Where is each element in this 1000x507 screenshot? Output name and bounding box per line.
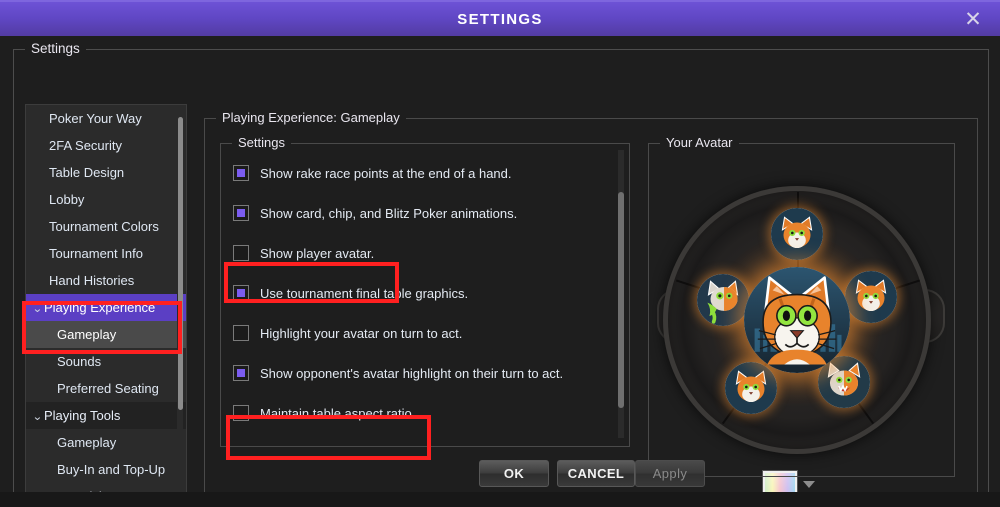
sidebar-item-playing-experience[interactable]: ⌄Playing Experience: [26, 294, 186, 321]
option-row-show-rake-race-points-at-the-end-of-a-ha[interactable]: Show rake race points at the end of a ha…: [233, 160, 512, 186]
sidebar-item-label: Buy-In and Top-Up: [57, 462, 166, 477]
cancel-button[interactable]: CANCEL: [557, 460, 635, 487]
sidebar-item-poker-your-way[interactable]: Poker Your Way: [26, 105, 186, 132]
window-title: SETTINGS: [457, 11, 543, 28]
bottom-edge: [0, 492, 1000, 507]
checkbox-unchecked-icon[interactable]: [233, 325, 249, 341]
option-label: Use tournament final table graphics.: [260, 285, 469, 301]
dialog-button-row: OK CANCEL Apply: [205, 460, 977, 494]
avatar-wheel-container: ‹ ›: [649, 144, 952, 474]
sidebar-scrollbar-thumb[interactable]: [178, 117, 183, 410]
sidebar-item-lobby[interactable]: Lobby: [26, 186, 186, 213]
nav-list: Poker Your Way 2FA Security Table Design Lo…: [26, 105, 186, 507]
options-scrollbar-thumb[interactable]: [618, 192, 624, 408]
checkbox-unchecked-icon[interactable]: [233, 405, 249, 421]
avatar-option-cat-right[interactable]: [845, 271, 897, 323]
sidebar-item-playing-tools[interactable]: ⌄Playing Tools: [26, 402, 186, 429]
sidebar-item-label: Poker Your Way: [49, 111, 142, 126]
sidebar-item-tournament-info[interactable]: Tournament Info: [26, 240, 186, 267]
cat-icon: [744, 267, 850, 373]
option-label: Show rake race points at the end of a ha…: [260, 165, 512, 181]
cat-icon: [845, 271, 897, 323]
option-label: Show opponent's avatar highlight on thei…: [260, 365, 564, 381]
checkbox-checked-icon[interactable]: [233, 205, 249, 221]
your-avatar-groupbox: Your Avatar ‹ ›: [648, 135, 955, 477]
option-label: Show card, chip, and Blitz Poker animati…: [260, 205, 518, 221]
sidebar-item-label: 2FA Security: [49, 138, 122, 153]
sidebar-item-gameplay[interactable]: Gameplay: [26, 429, 186, 456]
option-row-highlight-your-avatar-on-turn-to-act[interactable]: Highlight your avatar on turn to act.: [233, 320, 462, 346]
dialog-body: Settings Poker Your Way 2FA Security Table…: [0, 36, 1000, 507]
sidebar-item-hand-histories[interactable]: Hand Histories: [26, 267, 186, 294]
ok-button[interactable]: OK: [479, 460, 549, 487]
avatar-wheel[interactable]: [663, 186, 931, 454]
sidebar-item-label: Table Design: [49, 165, 125, 180]
playing-experience-panel: Playing Experience: Gameplay Settings Sh…: [204, 110, 978, 507]
sidebar-item-label: Playing Experience: [44, 300, 156, 315]
sidebar-item-tournament-colors[interactable]: Tournament Colors: [26, 213, 186, 240]
checkbox-checked-icon[interactable]: [233, 285, 249, 301]
option-label: Highlight your avatar on turn to act.: [260, 325, 463, 341]
option-label: Maintain table aspect ratio.: [260, 405, 416, 421]
cat-icon: [771, 208, 823, 260]
checkbox-checked-icon[interactable]: [233, 165, 249, 181]
option-row-use-tournament-final-table-graphics[interactable]: Use tournament final table graphics.: [233, 280, 468, 306]
sidebar-item-gameplay[interactable]: Gameplay: [26, 321, 186, 348]
settings-dialog: SETTINGS ✕ Settings Poker Your Way 2FA Se…: [0, 0, 1000, 507]
avatar-option-cat-left-zombie[interactable]: [697, 274, 749, 326]
option-row-maintain-table-aspect-ratio[interactable]: Maintain table aspect ratio.: [233, 400, 415, 426]
sidebar-item-label: Lobby: [49, 192, 85, 207]
checkbox-checked-icon[interactable]: [233, 365, 249, 381]
sidebar-item-label: Preferred Seating: [57, 381, 159, 396]
sidebar-item-label: Gameplay: [57, 435, 117, 450]
sidebar-item-2fa-security[interactable]: 2FA Security: [26, 132, 186, 159]
sidebar-item-sounds[interactable]: Sounds: [26, 348, 186, 375]
sidebar-item-label: Gameplay: [57, 327, 117, 342]
option-row-show-card-chip-and-blitz-poker-animation[interactable]: Show card, chip, and Blitz Poker animati…: [233, 200, 517, 226]
option-row-show-player-avatar[interactable]: Show player avatar.: [233, 240, 374, 266]
sidebar-item-preferred-seating[interactable]: Preferred Seating: [26, 375, 186, 402]
sidebar-item-table-design[interactable]: Table Design: [26, 159, 186, 186]
gameplay-settings-groupbox: Settings Show rake race points at the en…: [220, 135, 630, 447]
sidebar-item-buy-in-and-top-up[interactable]: Buy-In and Top-Up: [26, 456, 186, 483]
close-icon[interactable]: ✕: [954, 2, 992, 38]
sidebar-item-label: Sounds: [57, 354, 102, 369]
option-row-show-opponent-s-avatar-highlight-on-thei[interactable]: Show opponent's avatar highlight on thei…: [233, 360, 563, 386]
selected-avatar[interactable]: [744, 267, 850, 373]
apply-button: Apply: [635, 460, 705, 487]
chevron-down-icon: ⌄: [32, 411, 43, 423]
option-label: Show player avatar.: [260, 245, 375, 261]
avatar-option-cat-top[interactable]: [771, 208, 823, 260]
options-list: Show rake race points at the end of a ha…: [221, 144, 627, 444]
title-bar: SETTINGS ✕: [0, 0, 1000, 38]
sidebar-item-label: Hand Histories: [49, 273, 135, 288]
chevron-down-icon: ⌄: [32, 303, 43, 315]
sidebar-item-label: Playing Tools: [44, 408, 121, 423]
sidebar-item-label: Tournament Colors: [49, 219, 159, 234]
playing-experience-panel-label: Playing Experience: Gameplay: [216, 110, 406, 125]
settings-nav-sidebar[interactable]: Poker Your Way 2FA Security Table Design Lo…: [25, 104, 187, 507]
sidebar-item-label: Tournament Info: [49, 246, 143, 261]
settings-groupbox-label: Settings: [25, 41, 86, 56]
cat-icon: [697, 274, 749, 326]
checkbox-unchecked-icon[interactable]: [233, 245, 249, 261]
